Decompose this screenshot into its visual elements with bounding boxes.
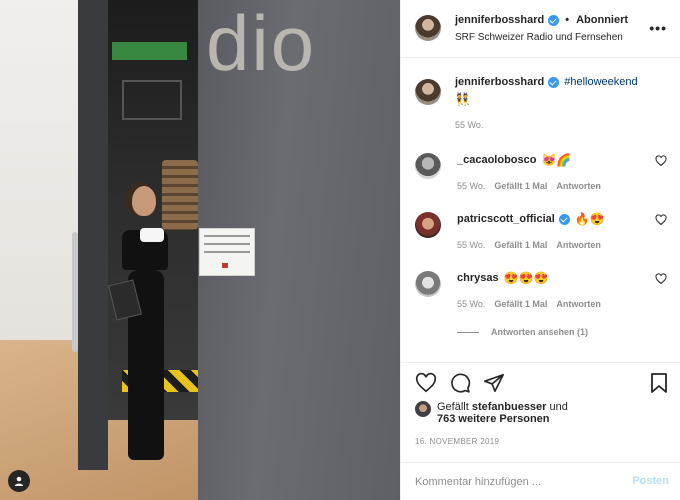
more-options-icon[interactable]: ••• — [649, 20, 667, 36]
post-sidebar: jenniferbosshard • Abonniert SRF Schweiz… — [400, 0, 680, 500]
avatar[interactable] — [415, 15, 441, 41]
liker-username[interactable]: stefanbuesser — [472, 401, 547, 413]
comment-likes[interactable]: Gefällt 1 Mal — [494, 181, 547, 191]
comment-bubble-icon[interactable] — [449, 372, 471, 394]
username-link[interactable]: jenniferbosshard — [455, 14, 544, 26]
bookmark-icon[interactable] — [649, 372, 669, 394]
door-notice — [199, 228, 255, 276]
studio-light — [112, 42, 187, 60]
comment-time[interactable]: 55 Wo. — [457, 240, 485, 250]
avatar[interactable] — [415, 153, 441, 179]
avatar[interactable] — [415, 271, 441, 297]
post-time[interactable]: 55 Wo. — [455, 120, 667, 130]
post-date[interactable]: 16. NOVEMBER 2019 — [415, 437, 499, 446]
likes-count-link[interactable]: 763 weitere Personen — [437, 413, 550, 425]
comment-username[interactable]: chrysas — [457, 272, 499, 284]
share-icon[interactable] — [483, 372, 505, 394]
comment-text: 😻🌈 — [541, 153, 572, 167]
heart-icon[interactable] — [655, 155, 667, 167]
tagged-user-icon[interactable] — [8, 470, 30, 492]
add-comment-bar: Posten — [401, 462, 680, 500]
comment-item: patricscott_official 🔥😍 55 Wo. Gefällt 1… — [415, 212, 667, 250]
comment-time[interactable]: 55 Wo. — [457, 181, 485, 191]
heart-icon[interactable] — [655, 214, 667, 226]
comment-text: 😍😍😍 — [503, 271, 549, 285]
comment-username[interactable]: patricscott_official — [457, 213, 555, 225]
comment-input[interactable] — [415, 472, 615, 492]
reply-button[interactable]: Antworten — [556, 299, 601, 309]
view-replies-label: Antworten ansehen (1) — [491, 327, 589, 337]
verified-icon — [548, 14, 560, 26]
reply-button[interactable]: Antworten — [556, 240, 601, 250]
view-replies-button[interactable]: Antworten ansehen (1) — [457, 327, 588, 337]
separator: • — [565, 14, 570, 26]
reply-button[interactable]: Antworten — [556, 181, 601, 191]
likes-prefix: Gefällt — [437, 401, 469, 413]
hashtag-link[interactable]: #helloweekend — [564, 76, 637, 88]
verified-icon — [548, 76, 560, 88]
header-user: jenniferbosshard • Abonniert — [455, 14, 628, 26]
verified-icon — [558, 213, 570, 225]
lighting-rig — [122, 80, 182, 120]
heart-icon[interactable] — [655, 273, 667, 285]
studio-sign: dio — [206, 0, 317, 87]
post-button[interactable]: Posten — [632, 475, 669, 487]
door-frame — [78, 0, 108, 470]
avatar[interactable] — [415, 212, 441, 238]
follow-button[interactable]: Abonniert — [576, 14, 628, 26]
comment-item: chrysas 😍😍😍 55 Wo. Gefällt 1 Mal Antwort… — [415, 271, 667, 309]
like-heart-icon[interactable] — [415, 372, 437, 394]
post-caption: jenniferbosshard #helloweekend 👯 55 Wo. — [415, 76, 667, 130]
comment-item: _cacaolobosco 😻🌈 55 Wo. Gefällt 1 Mal An… — [415, 153, 667, 191]
post-header: jenniferbosshard • Abonniert SRF Schweiz… — [401, 0, 680, 58]
comment-text: 🔥😍 — [574, 212, 605, 226]
username-link[interactable]: jenniferbosshard — [455, 76, 544, 88]
likes-summary: Gefällt stefanbuesser und 763 weitere Pe… — [415, 401, 568, 425]
comment-likes[interactable]: Gefällt 1 Mal — [494, 299, 547, 309]
caption-emoji: 👯 — [455, 92, 470, 106]
avatar[interactable] — [415, 79, 441, 105]
comment-time[interactable]: 55 Wo. — [457, 299, 485, 309]
comment-likes[interactable]: Gefällt 1 Mal — [494, 240, 547, 250]
avatar[interactable] — [415, 401, 431, 417]
likes-connector: und — [549, 401, 568, 413]
person — [108, 186, 182, 486]
door-handle — [72, 232, 78, 352]
post-actions: Gefällt stefanbuesser und 763 weitere Pe… — [401, 362, 680, 462]
location-link[interactable]: SRF Schweizer Radio und Fernsehen — [455, 32, 623, 43]
post-photo[interactable]: dio — [0, 0, 400, 500]
replies-divider — [457, 331, 479, 333]
comment-username[interactable]: _cacaolobosco — [457, 154, 536, 166]
